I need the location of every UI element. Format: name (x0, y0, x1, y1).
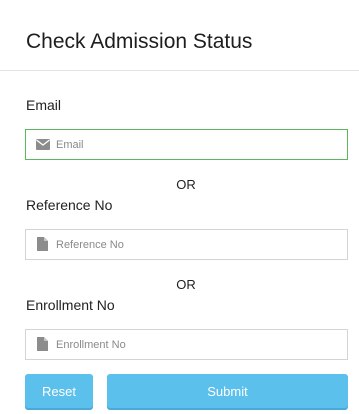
reference-label: Reference No (26, 197, 113, 213)
reference-input[interactable] (56, 230, 341, 259)
reference-field (25, 229, 348, 260)
envelope-icon (36, 139, 50, 150)
reset-button[interactable]: Reset (25, 374, 93, 408)
enrollment-field (25, 329, 348, 360)
email-input[interactable] (56, 130, 341, 159)
enrollment-label: Enrollment No (26, 297, 115, 313)
or-separator: OR (176, 177, 196, 192)
document-icon (37, 237, 48, 251)
dialog-header: Check Admission Status (0, 0, 359, 71)
document-icon (37, 337, 48, 351)
email-field (25, 129, 348, 160)
enrollment-input[interactable] (56, 330, 341, 359)
submit-button[interactable]: Submit (107, 374, 348, 408)
email-label: Email (26, 97, 62, 113)
or-separator: OR (176, 277, 196, 292)
dialog-title: Check Admission Status (26, 30, 253, 53)
admission-status-dialog: Check Admission Status Email OR Referenc… (0, 0, 359, 414)
